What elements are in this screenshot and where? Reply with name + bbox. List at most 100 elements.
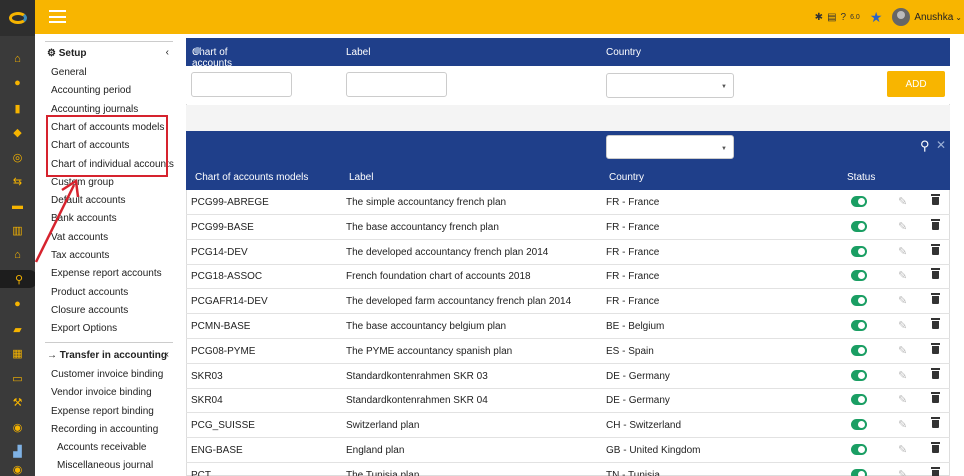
edit-pencil-icon[interactable]: ✎ <box>898 195 907 208</box>
edit-pencil-icon[interactable]: ✎ <box>898 269 907 282</box>
bookmark-star-icon[interactable]: ★ <box>870 9 883 26</box>
search-icon[interactable]: ⚲ <box>0 270 38 288</box>
delete-trash-icon[interactable] <box>931 466 940 476</box>
th-label[interactable]: Label <box>349 172 373 183</box>
cell-model[interactable]: ENG-BASE <box>191 445 243 456</box>
book-icon[interactable]: ▮ <box>0 99 35 117</box>
cell-model[interactable]: PCGAFR14-DEV <box>191 296 268 307</box>
status-toggle[interactable] <box>851 196 867 207</box>
home-icon[interactable]: ⌂ <box>0 50 35 68</box>
cell-model[interactable]: PCG08-PYME <box>191 346 255 357</box>
cell-model[interactable]: PCG_SUISSE <box>191 420 255 431</box>
stack-icon[interactable]: ▥ <box>0 221 35 239</box>
delete-trash-icon[interactable] <box>931 243 940 256</box>
status-toggle[interactable] <box>851 468 867 476</box>
bug-icon[interactable]: ✱ <box>815 12 823 23</box>
cell-model[interactable]: SKR04 <box>191 395 223 406</box>
delete-trash-icon[interactable] <box>931 367 940 380</box>
menu-item[interactable]: Accounting journals <box>51 104 138 115</box>
delete-trash-icon[interactable] <box>931 442 940 454</box>
hamburger-menu-icon[interactable] <box>49 10 66 23</box>
cell-model[interactable]: PCG99-ABREGE <box>191 197 269 208</box>
cell-model[interactable]: PCG14-DEV <box>191 247 248 258</box>
edit-pencil-icon[interactable]: ✎ <box>898 319 907 332</box>
box-icon[interactable]: ◆ <box>0 123 35 141</box>
menu-item[interactable]: Default accounts <box>51 195 126 206</box>
delete-trash-icon[interactable] <box>931 342 940 355</box>
menu-item[interactable]: Product accounts <box>51 287 128 298</box>
bank-icon[interactable]: ⌂ <box>0 246 35 264</box>
cell-model[interactable]: PCG99-BASE <box>191 222 254 233</box>
add-button[interactable]: ADD <box>887 71 945 97</box>
menu-item[interactable]: Recording in accounting <box>51 424 158 435</box>
clear-filter-icon[interactable]: ✕ <box>936 138 946 152</box>
edit-pencil-icon[interactable]: ✎ <box>898 220 907 233</box>
menu-item[interactable]: Expense report accounts <box>51 268 162 279</box>
section-setup[interactable]: ⚙ Setup <box>47 48 87 59</box>
status-toggle[interactable] <box>851 220 867 232</box>
edit-pencil-icon[interactable]: ✎ <box>898 245 907 258</box>
model-input[interactable] <box>191 72 292 97</box>
flow-icon[interactable]: ⇆ <box>0 172 35 190</box>
delete-trash-icon[interactable] <box>931 392 940 404</box>
delete-trash-icon[interactable] <box>931 194 940 206</box>
status-toggle[interactable] <box>851 344 867 356</box>
status-toggle[interactable] <box>851 320 867 331</box>
menu-item[interactable]: Tax accounts <box>51 250 109 261</box>
status-toggle[interactable] <box>851 295 867 307</box>
status-toggle[interactable] <box>851 394 867 406</box>
chevron-left-icon[interactable]: ‹ <box>166 349 169 360</box>
username[interactable]: Anushka <box>914 12 953 23</box>
cell-model[interactable]: SKR03 <box>191 371 223 382</box>
delete-trash-icon[interactable] <box>931 318 940 330</box>
cell-model[interactable]: PCT <box>191 470 211 476</box>
calendar-icon[interactable]: ▦ <box>0 344 35 362</box>
submenu-item[interactable]: Accounts receivable <box>57 442 147 453</box>
chevron-down-icon[interactable]: ⌄ <box>955 13 962 22</box>
status-toggle[interactable] <box>851 369 867 381</box>
delete-trash-icon[interactable] <box>931 293 940 305</box>
menu-item[interactable]: Export Options <box>51 323 117 334</box>
search-icon[interactable]: ⚲ <box>920 138 930 154</box>
chart-icon[interactable]: ▟ <box>0 442 35 460</box>
edit-pencil-icon[interactable]: ✎ <box>898 294 907 307</box>
menu-item[interactable]: Accounting period <box>51 85 131 96</box>
delete-trash-icon[interactable] <box>931 218 940 231</box>
folder-icon[interactable]: ▰ <box>0 320 35 338</box>
menu-item[interactable]: Bank accounts <box>51 213 117 224</box>
label-input[interactable] <box>346 72 447 97</box>
country-select[interactable]: ▼ <box>606 73 734 98</box>
help-icon[interactable]: ? <box>841 12 847 23</box>
cell-model[interactable]: PCMN-BASE <box>191 321 250 332</box>
edit-pencil-icon[interactable]: ✎ <box>898 418 907 431</box>
edit-pencil-icon[interactable]: ✎ <box>898 369 907 382</box>
menu-item[interactable]: General <box>51 67 87 78</box>
chevron-left-icon[interactable]: ‹ <box>166 47 169 58</box>
submenu-item[interactable]: Miscellaneous journal <box>57 460 153 471</box>
app-logo[interactable] <box>0 0 35 36</box>
cell-model[interactable]: PCG18-ASSOC <box>191 271 262 282</box>
print-icon[interactable]: ▤ <box>827 12 836 23</box>
avatar[interactable] <box>892 8 911 26</box>
th-status[interactable]: Status <box>847 172 875 183</box>
edit-pencil-icon[interactable]: ✎ <box>898 468 907 476</box>
status-toggle[interactable] <box>851 444 867 455</box>
status-toggle[interactable] <box>851 245 867 257</box>
menu-item[interactable]: Closure accounts <box>51 305 128 316</box>
info-icon[interactable] <box>194 47 201 54</box>
edit-pencil-icon[interactable]: ✎ <box>898 393 907 406</box>
card-icon[interactable]: ▭ <box>0 369 35 387</box>
php-icon[interactable]: ◉ <box>0 460 35 476</box>
menu-item[interactable]: Vendor invoice binding <box>51 387 152 398</box>
country-filter-select[interactable]: ▼ <box>606 135 734 159</box>
menu-item[interactable]: Expense report binding <box>51 406 154 417</box>
person-icon[interactable]: ● <box>0 295 35 313</box>
delete-trash-icon[interactable] <box>931 417 940 429</box>
menu-item[interactable]: Custom group <box>51 177 114 188</box>
menu-item[interactable]: Vat accounts <box>51 232 108 243</box>
coins-icon[interactable]: ◎ <box>0 148 35 166</box>
briefcase-icon[interactable]: ▬ <box>0 197 35 215</box>
menu-item[interactable]: Customer invoice binding <box>51 369 163 380</box>
th-country[interactable]: Country <box>609 172 644 183</box>
edit-pencil-icon[interactable]: ✎ <box>898 443 907 456</box>
